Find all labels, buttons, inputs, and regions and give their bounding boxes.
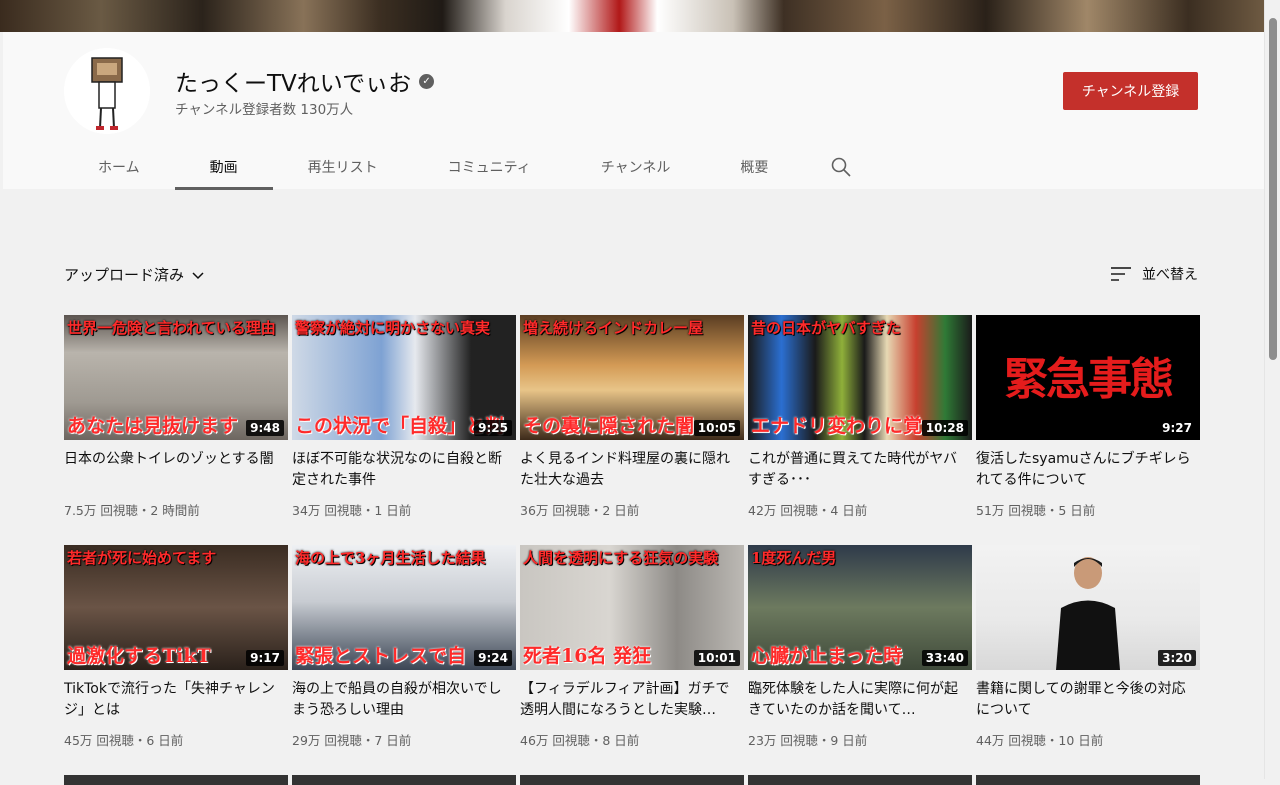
tab-about[interactable]: 概要	[705, 144, 803, 189]
thumbnail-caption-top: 世界一危険と言われている理由	[67, 319, 276, 337]
verified-badge-icon: ✓	[419, 73, 435, 89]
video-title[interactable]: ほぼ不可能な状況なのに自殺と断定された事件	[292, 449, 516, 491]
channel-search-button[interactable]	[811, 144, 871, 189]
video-title[interactable]: 復活したsyamuさんにブチギレられてる件について	[976, 449, 1200, 491]
video-thumbnail[interactable]: 昔の日本がヤバすぎた エナドリ変わりに覚 10:28	[748, 315, 972, 440]
filter-label: アップロード済み	[64, 266, 185, 284]
video-title[interactable]: よく見るインド料理屋の裏に隠れた壮大な過去	[520, 449, 744, 491]
video-metadata: 42万 回視聴・4 日前	[748, 503, 868, 518]
video-card[interactable]: 3:20 書籍に関しての謝罪と今後の対応について 44万 回視聴・10 日前	[976, 545, 1200, 775]
video-card[interactable]: 緊急事態 9:27 復活したsyamuさんにブチギレられてる件について 51万 回視聴…	[976, 315, 1200, 545]
thumbnail-caption-top: 海の上で3ヶ月生活した結果	[295, 549, 486, 567]
video-duration-badge: 9:25	[474, 420, 512, 436]
video-card[interactable]: 昔の日本がヤバすぎた エナドリ変わりに覚 10:28 これが普通に買えてた時代がヤバす…	[748, 315, 972, 545]
video-thumbnail[interactable]: 世界一危険と言われている理由 あなたは見抜けます 9:48	[64, 315, 288, 440]
video-thumbnail[interactable]: 人間を透明にする狂気の実験 死者16名 発狂 10:01	[520, 545, 744, 670]
video-duration-badge: 9:27	[1158, 420, 1196, 436]
video-duration-badge: 9:48	[246, 420, 284, 436]
video-card[interactable]: 海の上で3ヶ月生活した結果 緊張とストレスで自 9:24 海の上で船員の自殺が相次いで…	[292, 545, 516, 775]
video-duration-badge: 9:17	[246, 650, 284, 666]
subscribe-button[interactable]: チャンネル登録	[1063, 72, 1198, 110]
video-metadata: 29万 回視聴・7 日前	[292, 733, 412, 748]
channel-banner	[0, 0, 1264, 32]
video-metadata: 44万 回視聴・10 日前	[976, 733, 1104, 748]
channel-tabs: ホーム 動画 再生リスト コミュニティ チャンネル 概要	[63, 144, 871, 190]
video-metadata: 45万 回視聴・6 日前	[64, 733, 184, 748]
video-duration-badge: 10:01	[693, 650, 740, 666]
uploads-filter-dropdown[interactable]: アップロード済み	[64, 264, 206, 285]
video-card[interactable]: 1度死んだ男 心臓が止まった時 33:40 臨死体験をした人に実際に何が起きていたのか…	[748, 545, 972, 775]
page-scrollbar[interactable]	[1264, 0, 1280, 779]
tab-home[interactable]: ホーム	[63, 144, 175, 189]
video-card[interactable]: 若者が死に始めてます 過激化するTikT 9:17 TikTokで流行った「失神チャレ…	[64, 545, 288, 775]
video-metadata: 34万 回視聴・1 日前	[292, 503, 412, 518]
sort-button[interactable]: 並べ替え	[1110, 264, 1198, 284]
channel-avatar[interactable]	[64, 48, 150, 134]
video-title[interactable]: これが普通に買えてた時代がヤバすぎる･･･	[748, 449, 972, 491]
video-title[interactable]: 海の上で船員の自殺が相次いでしまう恐ろしい理由	[292, 679, 516, 721]
sort-label: 並べ替え	[1142, 267, 1198, 283]
thumbnail-caption-center: 緊急事態	[1004, 354, 1174, 405]
video-duration-badge: 9:24	[474, 650, 512, 666]
subscriber-count: チャンネル登録者数 130万人	[175, 102, 354, 118]
video-thumbnail[interactable]: 若者が死に始めてます 過激化するTikT 9:17	[64, 545, 288, 670]
video-thumbnail[interactable]: 3:20	[976, 545, 1200, 670]
video-duration-badge: 10:05	[693, 420, 740, 436]
video-card[interactable]: 増え続けるインドカレー屋 その裏に隠された闇 10:05 よく見るインド料理屋の裏に隠…	[520, 315, 744, 545]
channel-title: たっくーTVれいでぃお ✓	[175, 64, 435, 98]
video-thumbnail[interactable]: 増え続けるインドカレー屋 その裏に隠された闇 10:05	[520, 315, 744, 440]
video-card[interactable]: 警察が絶対に明かさない真実 この状況で「自殺」と判 9:25 ほぼ不可能な状況なのに自…	[292, 315, 516, 545]
video-thumbnail[interactable]: 警察が絶対に明かさない真実 この状況で「自殺」と判 9:25	[292, 315, 516, 440]
video-metadata: 36万 回視聴・2 日前	[520, 503, 640, 518]
video-duration-badge: 3:20	[1158, 650, 1196, 666]
video-title[interactable]: 書籍に関しての謝罪と今後の対応について	[976, 679, 1200, 721]
video-title[interactable]: 【フィラデルフィア計画】ガチで透明人間になろうとした実験…	[520, 679, 744, 721]
thumbnail-caption-top: 増え続けるインドカレー屋	[523, 319, 704, 337]
thumbnail-person-figure	[1051, 553, 1125, 670]
video-title[interactable]: TikTokで流行った「失神チャレンジ」とは	[64, 679, 288, 721]
tab-playlists[interactable]: 再生リスト	[273, 144, 413, 189]
channel-name: たっくーTVれいでぃお	[175, 71, 412, 97]
video-title[interactable]: 臨死体験をした人に実際に何が起きていたのか話を聞いて…	[748, 679, 972, 721]
video-duration-badge: 33:40	[921, 650, 968, 666]
search-icon	[832, 157, 851, 177]
scrollbar-thumb[interactable]	[1269, 18, 1277, 360]
next-row-thumbnails	[64, 775, 1200, 785]
thumbnail-caption-top: 昔の日本がヤバすぎた	[751, 319, 901, 337]
video-metadata: 51万 回視聴・5 日前	[976, 503, 1096, 518]
video-title[interactable]: 日本の公衆トイレのゾッとする闇	[64, 449, 288, 491]
thumbnail-caption-top: 人間を透明にする狂気の実験	[523, 549, 719, 567]
video-card[interactable]: 世界一危険と言われている理由 あなたは見抜けます 9:48 日本の公衆トイレのゾッとす…	[64, 315, 288, 545]
tab-videos[interactable]: 動画	[174, 144, 273, 190]
video-card[interactable]: 人間を透明にする狂気の実験 死者16名 発狂 10:01 【フィラデルフィア計画】ガチ…	[520, 545, 744, 775]
thumbnail-caption-top: 1度死んだ男	[751, 549, 837, 567]
video-metadata: 23万 回視聴・9 日前	[748, 733, 868, 748]
video-metadata: 7.5万 回視聴・2 時間前	[64, 503, 200, 518]
video-metadata: 46万 回視聴・8 日前	[520, 733, 640, 748]
tab-channels[interactable]: チャンネル	[566, 144, 706, 189]
thumbnail-caption-top: 警察が絶対に明かさない真実	[295, 319, 491, 337]
thumbnail-caption-top: 若者が死に始めてます	[67, 549, 217, 567]
channel-header: たっくーTVれいでぃお ✓ チャンネル登録者数 130万人 チャンネル登録 ホー…	[3, 32, 1264, 190]
video-thumbnail[interactable]: 1度死んだ男 心臓が止まった時 33:40	[748, 545, 972, 670]
video-thumbnail[interactable]: 海の上で3ヶ月生活した結果 緊張とストレスで自 9:24	[292, 545, 516, 670]
sort-icon	[1111, 267, 1131, 281]
video-thumbnail[interactable]: 緊急事態 9:27	[976, 315, 1200, 440]
video-duration-badge: 10:28	[921, 420, 968, 436]
chevron-down-icon	[192, 271, 204, 279]
tab-community[interactable]: コミュニティ	[413, 144, 566, 189]
video-grid: 世界一危険と言われている理由 あなたは見抜けます 9:48 日本の公衆トイレのゾッとす…	[64, 315, 1200, 775]
